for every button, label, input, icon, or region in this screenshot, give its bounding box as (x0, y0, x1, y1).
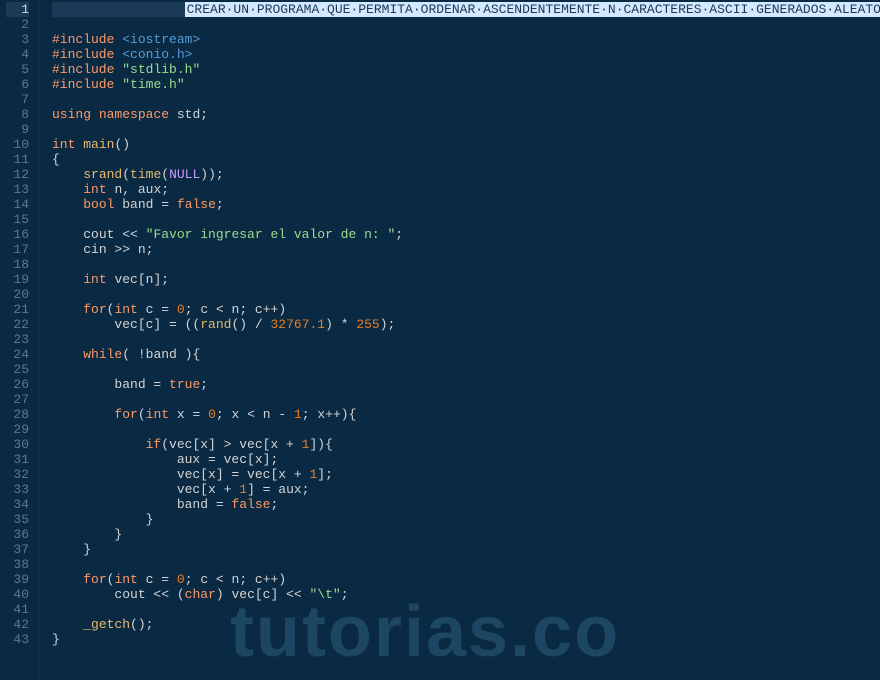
code-line-14[interactable]: bool band = false; (52, 197, 880, 212)
line-number-9[interactable]: 9 (6, 122, 29, 137)
code-line-24[interactable]: while( !band ){ (52, 347, 880, 362)
line-number-16[interactable]: 16 (6, 227, 29, 242)
code-area[interactable]: CREAR·UN·PROGRAMA·QUE·PERMITA·ORDENAR·AS… (40, 0, 880, 680)
code-line-23[interactable] (52, 332, 880, 347)
code-line-32[interactable]: vec[x] = vec[x + 1]; (52, 467, 880, 482)
code-line-21[interactable]: for(int c = 0; c < n; c++) (52, 302, 880, 317)
code-line-38[interactable] (52, 557, 880, 572)
code-line-31[interactable]: aux = vec[x]; (52, 452, 880, 467)
code-line-18[interactable] (52, 257, 880, 272)
code-line-2[interactable] (52, 17, 880, 32)
code-line-8[interactable]: using namespace std; (52, 107, 880, 122)
code-line-27[interactable] (52, 392, 880, 407)
line-number-31[interactable]: 31 (6, 452, 29, 467)
line-number-25[interactable]: 25 (6, 362, 29, 377)
line-number-15[interactable]: 15 (6, 212, 29, 227)
line-number-28[interactable]: 28 (6, 407, 29, 422)
code-line-17[interactable]: cin >> n; (52, 242, 880, 257)
code-line-29[interactable] (52, 422, 880, 437)
line-number-13[interactable]: 13 (6, 182, 29, 197)
line-number-39[interactable]: 39 (6, 572, 29, 587)
code-line-22[interactable]: vec[c] = ((rand() / 32767.1) * 255); (52, 317, 880, 332)
line-number-35[interactable]: 35 (6, 512, 29, 527)
line-number-24[interactable]: 24 (6, 347, 29, 362)
code-line-6[interactable]: #include "time.h" (52, 77, 880, 92)
code-line-4[interactable]: #include <conio.h> (52, 47, 880, 62)
line-number-42[interactable]: 42 (6, 617, 29, 632)
line-number-5[interactable]: 5 (6, 62, 29, 77)
code-line-37[interactable]: } (52, 542, 880, 557)
line-number-3[interactable]: 3 (6, 32, 29, 47)
code-line-25[interactable] (52, 362, 880, 377)
code-line-5[interactable]: #include "stdlib.h" (52, 62, 880, 77)
code-line-41[interactable] (52, 602, 880, 617)
code-line-15[interactable] (52, 212, 880, 227)
line-gutter: 1234567891011121314151617181920212223242… (0, 0, 40, 680)
line-number-27[interactable]: 27 (6, 392, 29, 407)
line-number-38[interactable]: 38 (6, 557, 29, 572)
code-line-9[interactable] (52, 122, 880, 137)
line-number-41[interactable]: 41 (6, 602, 29, 617)
line-number-26[interactable]: 26 (6, 377, 29, 392)
line-number-11[interactable]: 11 (6, 152, 29, 167)
line-number-8[interactable]: 8 (6, 107, 29, 122)
line-number-14[interactable]: 14 (6, 197, 29, 212)
line-number-30[interactable]: 30 (6, 437, 29, 452)
line-number-21[interactable]: 21 (6, 302, 29, 317)
line-number-43[interactable]: 43 (6, 632, 29, 647)
line-number-23[interactable]: 23 (6, 332, 29, 347)
code-line-34[interactable]: band = false; (52, 497, 880, 512)
code-line-40[interactable]: cout << (char) vec[c] << "\t"; (52, 587, 880, 602)
line-number-20[interactable]: 20 (6, 287, 29, 302)
code-line-12[interactable]: srand(time(NULL)); (52, 167, 880, 182)
code-line-7[interactable] (52, 92, 880, 107)
code-line-26[interactable]: band = true; (52, 377, 880, 392)
line-number-10[interactable]: 10 (6, 137, 29, 152)
line-number-29[interactable]: 29 (6, 422, 29, 437)
code-line-19[interactable]: int vec[n]; (52, 272, 880, 287)
line-number-1[interactable]: 1 (6, 2, 29, 17)
code-line-1[interactable]: CREAR·UN·PROGRAMA·QUE·PERMITA·ORDENAR·AS… (52, 2, 880, 17)
line-number-22[interactable]: 22 (6, 317, 29, 332)
line-number-36[interactable]: 36 (6, 527, 29, 542)
code-line-13[interactable]: int n, aux; (52, 182, 880, 197)
code-line-3[interactable]: #include <iostream> (52, 32, 880, 47)
line-number-32[interactable]: 32 (6, 467, 29, 482)
line-number-18[interactable]: 18 (6, 257, 29, 272)
code-line-30[interactable]: if(vec[x] > vec[x + 1]){ (52, 437, 880, 452)
line-number-12[interactable]: 12 (6, 167, 29, 182)
code-line-35[interactable]: } (52, 512, 880, 527)
banner-text: CREAR·UN·PROGRAMA·QUE·PERMITA·ORDENAR·AS… (185, 2, 880, 17)
code-line-33[interactable]: vec[x + 1] = aux; (52, 482, 880, 497)
code-line-28[interactable]: for(int x = 0; x < n - 1; x++){ (52, 407, 880, 422)
line-number-2[interactable]: 2 (6, 17, 29, 32)
code-line-43[interactable]: } (52, 632, 880, 647)
line-number-40[interactable]: 40 (6, 587, 29, 602)
line-number-37[interactable]: 37 (6, 542, 29, 557)
code-line-16[interactable]: cout << "Favor ingresar el valor de n: "… (52, 227, 880, 242)
line-number-17[interactable]: 17 (6, 242, 29, 257)
line-number-19[interactable]: 19 (6, 272, 29, 287)
code-line-42[interactable]: _getch(); (52, 617, 880, 632)
code-line-36[interactable]: } (52, 527, 880, 542)
line-number-7[interactable]: 7 (6, 92, 29, 107)
code-editor: 1234567891011121314151617181920212223242… (0, 0, 880, 680)
code-line-39[interactable]: for(int c = 0; c < n; c++) (52, 572, 880, 587)
code-line-10[interactable]: int main() (52, 137, 880, 152)
line-number-33[interactable]: 33 (6, 482, 29, 497)
line-number-4[interactable]: 4 (6, 47, 29, 62)
code-line-11[interactable]: { (52, 152, 880, 167)
code-line-20[interactable] (52, 287, 880, 302)
line-number-34[interactable]: 34 (6, 497, 29, 512)
line-number-6[interactable]: 6 (6, 77, 29, 92)
